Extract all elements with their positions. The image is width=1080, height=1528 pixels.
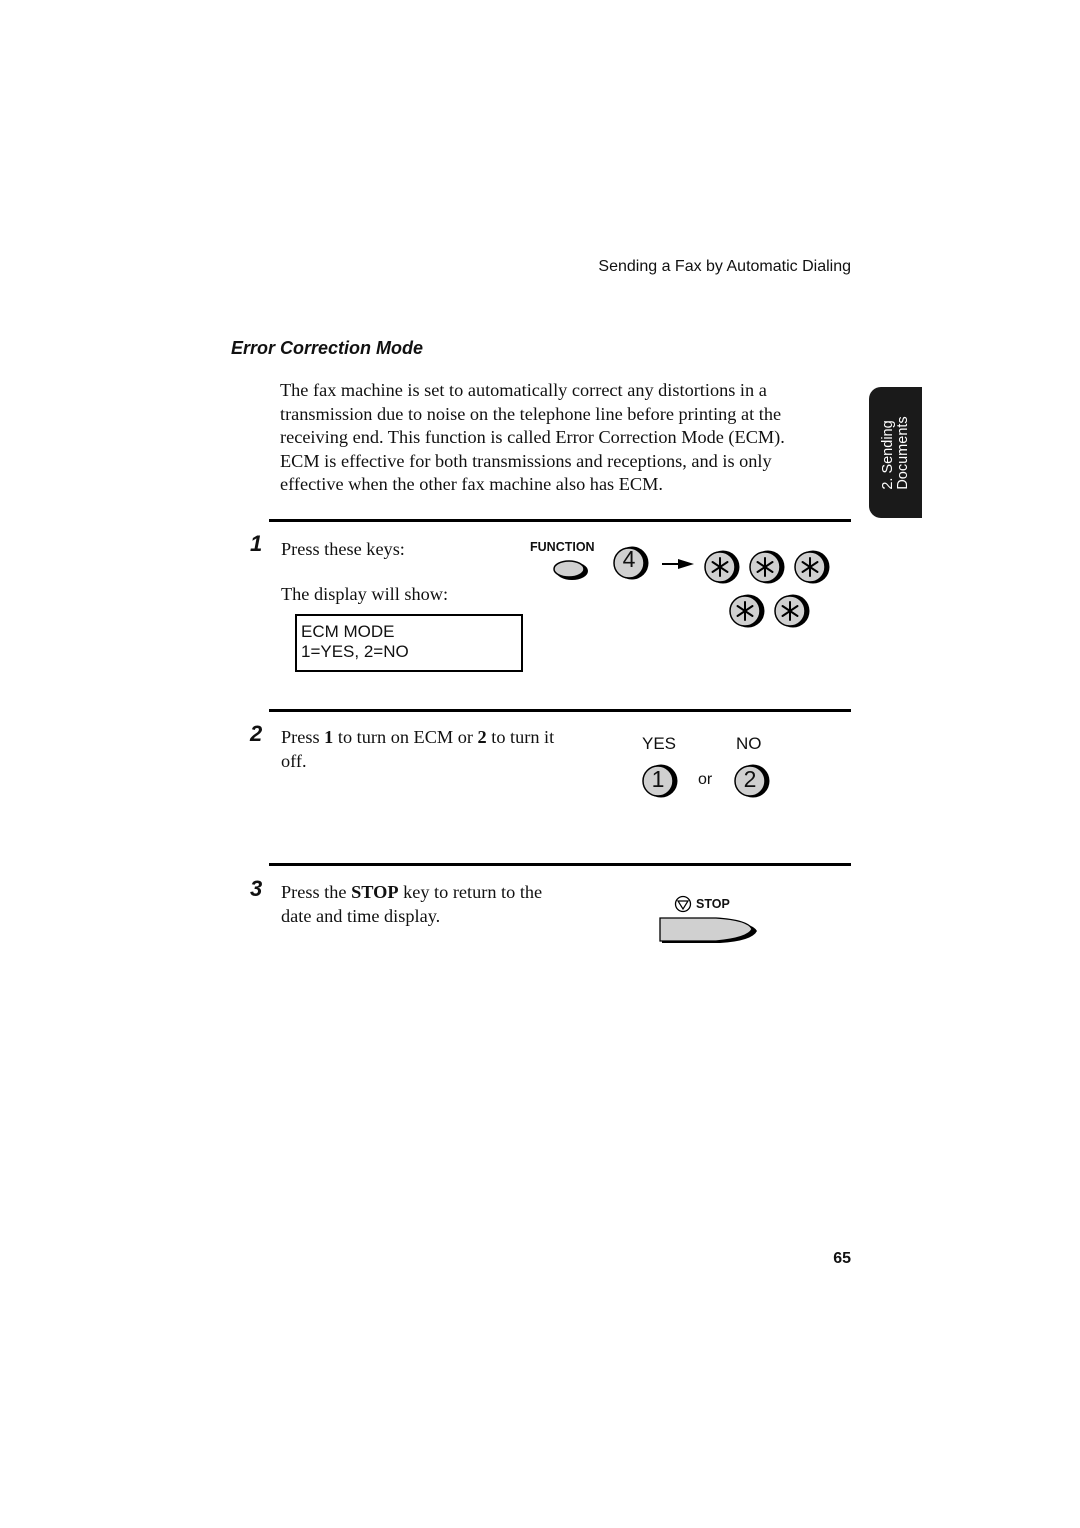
step-text: Press the STOP key to return to the [281,882,543,902]
step-number: 2 [250,721,263,746]
function-key[interactable] [553,560,588,580]
lcd-line-2: 1=YES, 2=NO [301,642,409,661]
no-label: NO [736,734,762,753]
lcd-line-1: ECM MODE [301,622,395,641]
star-key[interactable] [704,549,741,585]
key-illustrations [553,545,831,943]
step-number: 3 [250,876,263,901]
intro-line: transmission due to noise on the telepho… [280,403,782,424]
or-text: or [698,771,713,788]
stop-key-label: STOP [696,897,730,911]
running-header: Sending a Fax by Automatic Dialing [598,258,851,275]
step-text-line2: date and time display. [281,906,441,926]
right-arrow-icon [662,559,694,569]
step-divider [269,519,851,522]
step-text: Press 1 to turn on ECM or 2 to turn it [281,727,555,747]
intro-line: ECM is effective for both transmissions … [280,450,772,471]
step-divider [269,863,851,866]
lcd-display: ECM MODE 1=YES, 2=NO [295,614,523,672]
step-divider [269,709,851,712]
star-key[interactable] [774,593,811,629]
chapter-tab-line1: 2. Sending [879,419,896,490]
step-number: 1 [250,531,263,556]
step-text-line2: off. [281,751,307,771]
chapter-tab-line2: Documents [894,415,911,490]
yes-label: YES [642,734,677,753]
step-subtext: The display will show: [281,584,449,604]
stop-key[interactable] [659,917,757,943]
function-key-label: FUNCTION [530,540,595,554]
key-reference: 1 [324,727,334,747]
star-key[interactable] [794,549,831,585]
key-2-label: 2 [743,766,757,792]
intro-paragraph: The fax machine is set to automatically … [280,379,855,497]
chapter-tab[interactable]: 2. Sending Documents [869,387,922,518]
key-reference: 2 [477,727,487,747]
step-text: Press these keys: [281,539,405,559]
intro-line: receiving end. This function is called E… [280,427,785,447]
star-key[interactable] [729,593,766,629]
stop-icon [674,895,692,913]
section-title: Error Correction Mode [231,338,424,358]
intro-line: effective when the other fax machine als… [280,474,663,494]
key-reference: STOP [351,882,399,902]
page-number: 65 [833,1250,851,1267]
digit-4-key-label: 4 [622,546,636,572]
key-1-label: 1 [651,766,665,792]
star-key[interactable] [749,549,786,585]
intro-line: The fax machine is set to automatically … [280,380,767,400]
